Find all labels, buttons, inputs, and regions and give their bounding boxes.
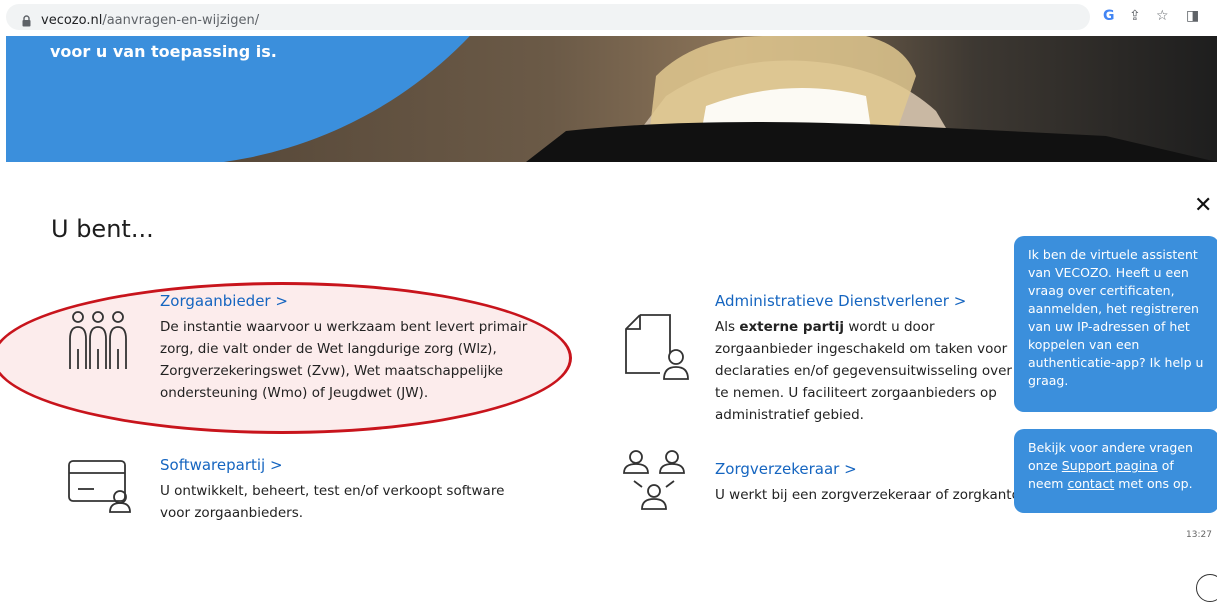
- chat-bubble-support: Bekijk voor andere vragen onze Support p…: [1014, 429, 1217, 513]
- card-link-zorgverzekeraar[interactable]: Zorgverzekeraar >: [715, 460, 857, 478]
- address-bar[interactable]: vecozo.nl/aanvragen-en-wijzigen/: [6, 4, 1090, 30]
- chat-bubble-intro: Ik ben de virtuele assistent van VECOZO.…: [1014, 236, 1217, 412]
- browser-toolbar: vecozo.nl/aanvragen-en-wijzigen/ G ⇪ ☆ ◨: [0, 0, 1217, 36]
- page-heading: U bent...: [51, 215, 154, 243]
- card-description-administratieve-dienstverlener: Als externe partij wordt u door zorgaanb…: [715, 319, 1012, 423]
- insurer-people-icon: [623, 450, 685, 510]
- card-link-administratieve-dienstverlener[interactable]: Administratieve Dienstverlener >: [715, 292, 966, 310]
- document-person-icon: [625, 314, 689, 380]
- url-text: vecozo.nl/aanvragen-en-wijzigen/: [41, 13, 260, 28]
- chevron-right-icon: >: [270, 456, 283, 474]
- card-description-zorgaanbieder: De instantie waarvoor u werkzaam bent le…: [160, 319, 528, 401]
- side-panel-icon[interactable]: ◨: [1186, 8, 1199, 24]
- card-description-zorgverzekeraar: U werkt bij een zorgverzekeraar of zorgk…: [715, 487, 1015, 503]
- card-description-softwarepartij: U ontwikkelt, beheert, test en/of verkoo…: [160, 483, 505, 521]
- contact-link[interactable]: contact: [1067, 476, 1114, 491]
- card-link-softwarepartij[interactable]: Softwarepartij >: [160, 456, 283, 474]
- share-icon[interactable]: ⇪: [1129, 8, 1141, 24]
- hero-banner: voor u van toepassing is.: [6, 36, 1217, 162]
- lock-icon: [22, 15, 31, 27]
- bookmark-star-icon[interactable]: ☆: [1156, 8, 1169, 24]
- chat-close-icon[interactable]: ✕: [1194, 193, 1212, 218]
- chevron-right-icon: >: [275, 292, 288, 310]
- software-card-icon: [68, 460, 131, 513]
- chat-timestamp: 13:27: [1186, 530, 1212, 540]
- google-translate-icon[interactable]: G: [1103, 8, 1115, 24]
- hero-text: voor u van toepassing is.: [50, 42, 277, 61]
- card-link-zorgaanbieder[interactable]: Zorgaanbieder >: [160, 292, 288, 310]
- chevron-right-icon: >: [953, 292, 967, 310]
- chat-launcher-icon[interactable]: [1196, 574, 1217, 602]
- chevron-right-icon: >: [844, 460, 857, 478]
- people-group-icon: [69, 311, 127, 369]
- support-page-link[interactable]: Support pagina: [1062, 458, 1158, 473]
